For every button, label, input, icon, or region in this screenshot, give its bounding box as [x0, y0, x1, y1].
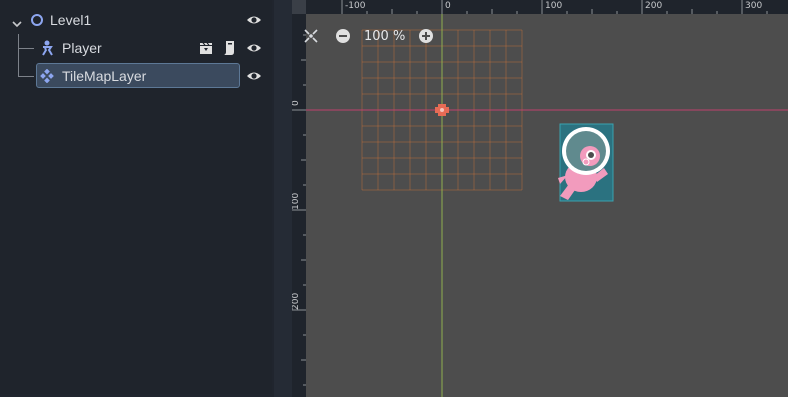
ruler-tick-label: 0 [445, 1, 451, 11]
visibility-eye-icon[interactable] [246, 12, 262, 28]
origin-marker [435, 104, 449, 116]
visibility-eye-icon[interactable] [246, 40, 262, 56]
node2d-circle-icon [30, 13, 44, 30]
clapperboard-icon[interactable] [198, 40, 214, 59]
tilemap-icon [40, 68, 54, 86]
ruler-corner [292, 0, 306, 14]
tree-item-player[interactable]: Player [8, 35, 268, 61]
ruler-tick-label: 100 [292, 192, 301, 210]
tree-item-label: Player [62, 40, 102, 56]
ruler-tick-label: 0 [292, 100, 301, 106]
tree-item-tilemaplayer[interactable]: TileMapLayer [8, 63, 268, 89]
ruler-tick-label: 300 [745, 1, 763, 11]
zoom-level-label[interactable]: 100 % [364, 29, 405, 44]
ruler-tick-label: 100 [545, 1, 563, 11]
scene-tree: Level1 Player TileMapLayer [0, 0, 272, 394]
player-sprite [558, 123, 614, 202]
visibility-eye-icon[interactable] [246, 68, 262, 84]
ruler-tick-label: 200 [292, 292, 301, 310]
chevron-down-icon[interactable] [12, 15, 22, 31]
zoom-in-icon[interactable] [417, 27, 435, 45]
script-icon[interactable] [222, 40, 236, 59]
scene-tree-panel: Level1 Player TileMapLayer [0, 0, 274, 397]
tree-item-level1[interactable]: Level1 [8, 7, 268, 33]
zoom-out-icon[interactable] [334, 27, 352, 45]
canvas-viewport[interactable]: -100 0 100 200 300 0 100 200 100 % [292, 0, 788, 397]
ruler-vertical[interactable]: 0 100 200 [292, 0, 306, 397]
character-body-icon [40, 40, 55, 59]
zoom-toolbar: 100 % [302, 25, 435, 47]
ruler-horizontal[interactable]: -100 0 100 200 300 [292, 0, 788, 14]
tree-item-label: TileMapLayer [62, 68, 147, 84]
ruler-tick-label: -100 [345, 1, 366, 11]
tree-item-label: Level1 [50, 12, 92, 28]
viewport-canvas [306, 14, 788, 397]
panel-splitter[interactable] [274, 0, 292, 397]
ruler-tick-label: 200 [645, 1, 663, 11]
center-view-icon[interactable] [302, 27, 320, 45]
